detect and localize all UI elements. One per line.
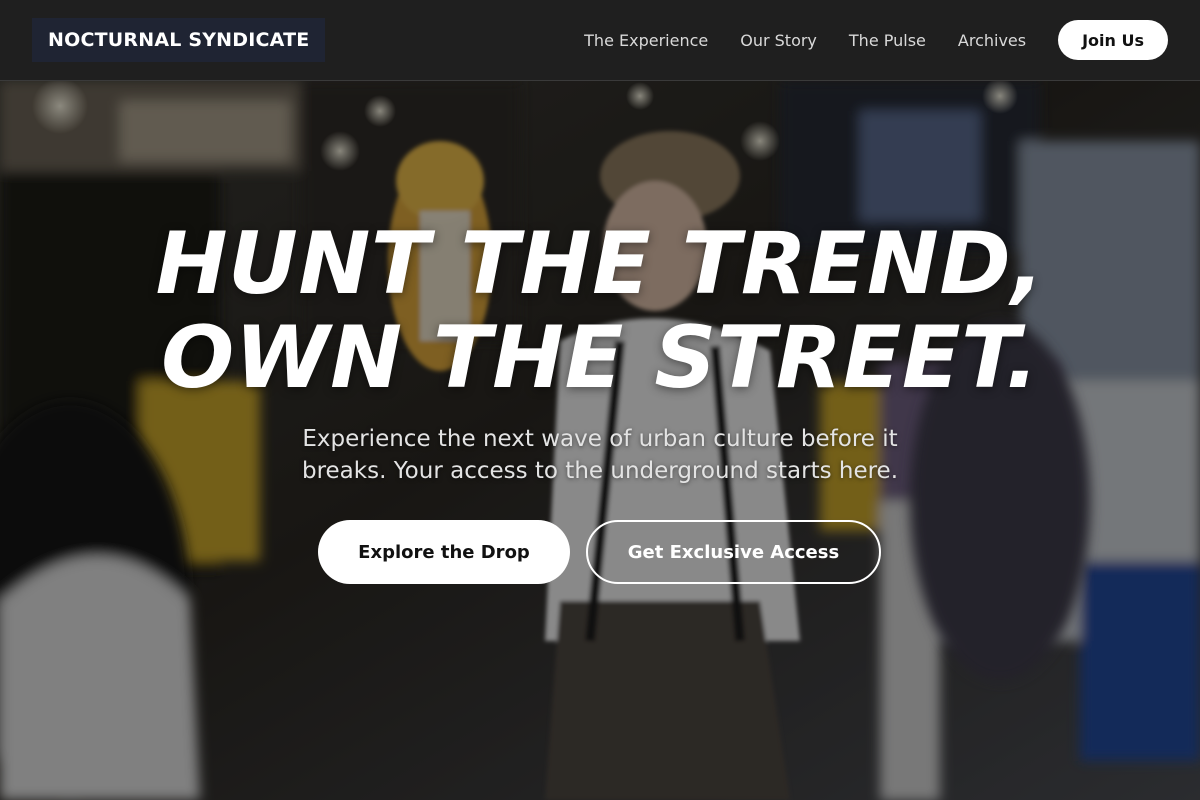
hero-headline-line-2: OWN THE STREET. [161, 308, 1039, 408]
hero-subtext-line-1: Experience the next wave of urban cultur… [302, 426, 898, 452]
hero-subtext-line-2: breaks. Your access to the underground s… [301, 458, 899, 484]
hero-content: HUNT THE TREND, OWN THE STREET. Experien… [0, 81, 1200, 800]
exclusive-access-button[interactable]: Get Exclusive Access [586, 520, 881, 584]
brand-logo[interactable]: NOCTURNAL SYNDICATE [32, 18, 326, 62]
join-us-button[interactable]: Join Us [1058, 20, 1168, 60]
nav-link-pulse[interactable]: The Pulse [849, 31, 926, 50]
hero-headline-line-1: HUNT THE TREND, [155, 214, 1045, 314]
hero-section: HUNT THE TREND, OWN THE STREET. Experien… [0, 81, 1200, 800]
nav-link-experience[interactable]: The Experience [584, 31, 708, 50]
main-nav: The Experience Our Story The Pulse Archi… [584, 20, 1168, 60]
nav-link-archives[interactable]: Archives [958, 31, 1026, 50]
top-navbar: NOCTURNAL SYNDICATE The Experience Our S… [0, 0, 1200, 81]
nav-link-our-story[interactable]: Our Story [740, 31, 817, 50]
explore-drop-button[interactable]: Explore the Drop [318, 520, 570, 584]
